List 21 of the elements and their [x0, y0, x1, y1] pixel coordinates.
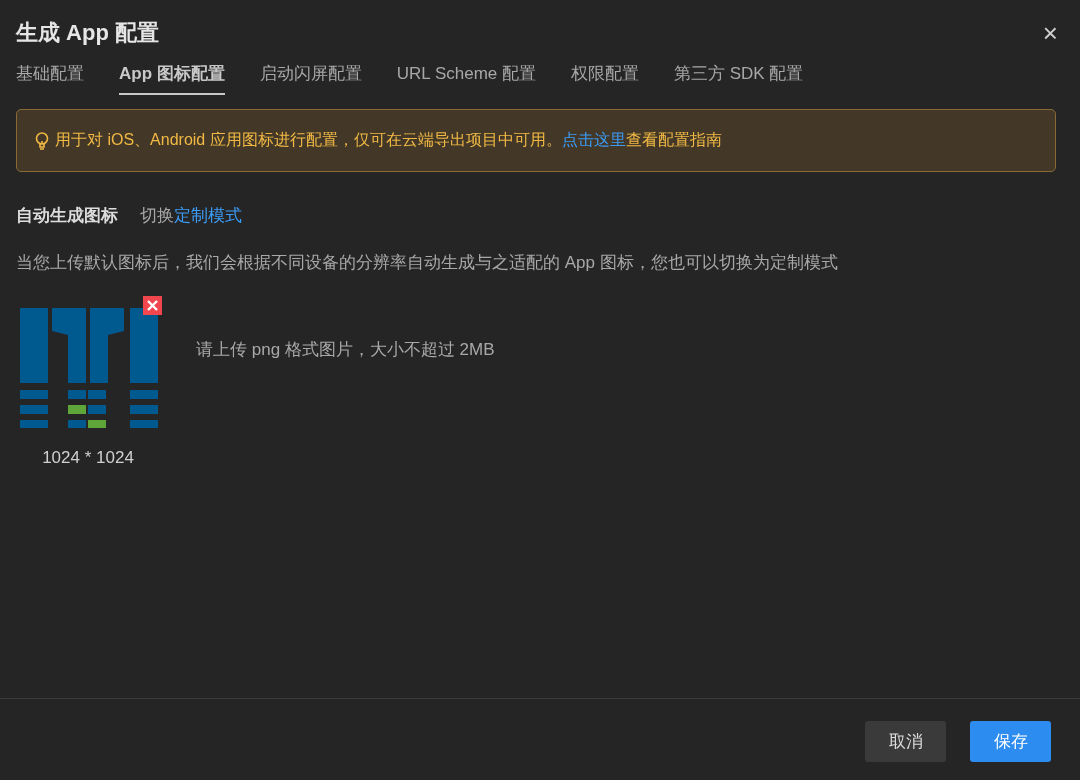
- tab[interactable]: App 图标配置: [119, 58, 225, 95]
- tab[interactable]: URL Scheme 配置: [396, 58, 536, 95]
- lightbulb-icon: [35, 131, 49, 150]
- upload-hint: 请上传 png 格式图片，大小不超过 2MB: [196, 338, 495, 361]
- close-button[interactable]: ×: [1042, 20, 1058, 46]
- tab[interactable]: 基础配置: [16, 58, 84, 95]
- app-logo-icon: [20, 308, 158, 428]
- custom-mode-link[interactable]: 定制模式: [174, 206, 242, 225]
- section-heading: 自动生成图标: [16, 205, 118, 227]
- save-button[interactable]: 保存: [970, 721, 1051, 762]
- guide-link[interactable]: 点击这里: [561, 131, 626, 148]
- image-size-label: 1024 * 1024: [42, 448, 134, 468]
- tab[interactable]: 启动闪屏配置: [259, 58, 362, 95]
- cancel-button[interactable]: 取消: [865, 721, 946, 762]
- delete-icon[interactable]: [143, 296, 162, 315]
- tab[interactable]: 权限配置: [570, 58, 639, 95]
- dialog-title: 生成 App 配置: [16, 19, 159, 47]
- switch-mode-text: 切换定制模式: [140, 205, 242, 227]
- notice-text: 用于对 iOS、Android 应用图标进行配置，仅可在云端导出项目中可用。点击这里查看配置指南: [55, 130, 722, 150]
- tab[interactable]: 第三方 SDK 配置: [673, 58, 804, 95]
- description-text: 当您上传默认图标后，我们会根据不同设备的分辨率自动生成与之适配的 App 图标，您也可以切换为定制模式: [15, 252, 839, 274]
